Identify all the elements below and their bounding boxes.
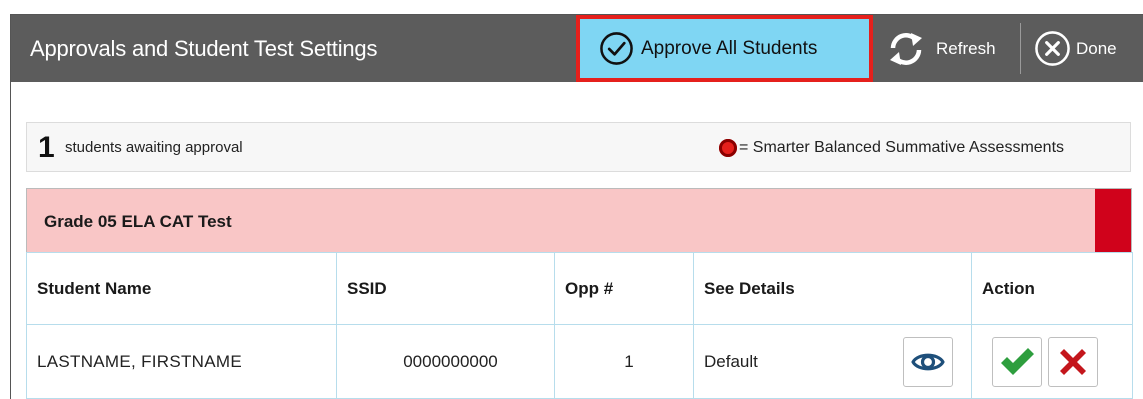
- refresh-button[interactable]: Refresh: [883, 15, 1019, 82]
- circle-x-icon: [1035, 31, 1070, 66]
- opportunity-number: 1: [554, 324, 694, 399]
- details-cell: Default: [693, 324, 972, 399]
- awaiting-text: students awaiting approval: [65, 139, 243, 156]
- circle-check-icon: [600, 32, 633, 65]
- refresh-icon: [890, 32, 922, 65]
- done-button[interactable]: Done: [1027, 15, 1143, 82]
- summative-indicator-icon: [719, 139, 737, 157]
- checkmark-icon: [1001, 348, 1034, 375]
- col-student-name: Student Name: [26, 252, 337, 325]
- x-icon: [1060, 349, 1086, 375]
- see-details-button[interactable]: [903, 337, 953, 387]
- awaiting-count: 1: [38, 131, 55, 164]
- approve-student-button[interactable]: [992, 337, 1042, 387]
- details-value: Default: [704, 351, 758, 371]
- table-header-row: Student Name SSID Opp # See Details Acti…: [26, 252, 1133, 325]
- col-action: Action: [971, 252, 1133, 325]
- done-label: Done: [1076, 38, 1117, 58]
- approval-status-strip: 1 students awaiting approval = Smarter B…: [26, 122, 1131, 172]
- page-title: Approvals and Student Test Settings: [30, 36, 378, 61]
- student-ssid: 0000000000: [336, 324, 555, 399]
- col-see-details: See Details: [693, 252, 972, 325]
- summative-legend: = Smarter Balanced Summative Assessments: [739, 139, 1065, 156]
- approve-all-students-button[interactable]: Approve All Students: [576, 15, 873, 82]
- refresh-label: Refresh: [936, 38, 996, 58]
- header-bar: Approvals and Student Test Settings Appr…: [11, 15, 1143, 82]
- approvals-dialog: Approvals and Student Test Settings Appr…: [10, 14, 1143, 399]
- approve-all-label: Approve All Students: [641, 37, 818, 59]
- header-divider: [1020, 23, 1021, 74]
- col-opp: Opp #: [554, 252, 694, 325]
- student-name: LASTNAME, FIRSTNAME: [26, 324, 337, 399]
- test-section-header: Grade 05 ELA CAT Test: [26, 188, 1132, 253]
- deny-student-button[interactable]: [1048, 337, 1098, 387]
- action-cell: [971, 324, 1133, 399]
- summative-flag: [1095, 189, 1131, 253]
- table-row: LASTNAME, FIRSTNAME 0000000000 1 Default: [26, 324, 1133, 399]
- eye-icon: [911, 353, 945, 371]
- test-title: Grade 05 ELA CAT Test: [44, 212, 232, 231]
- student-approval-table: Student Name SSID Opp # See Details Acti…: [26, 252, 1133, 399]
- col-ssid: SSID: [336, 252, 555, 325]
